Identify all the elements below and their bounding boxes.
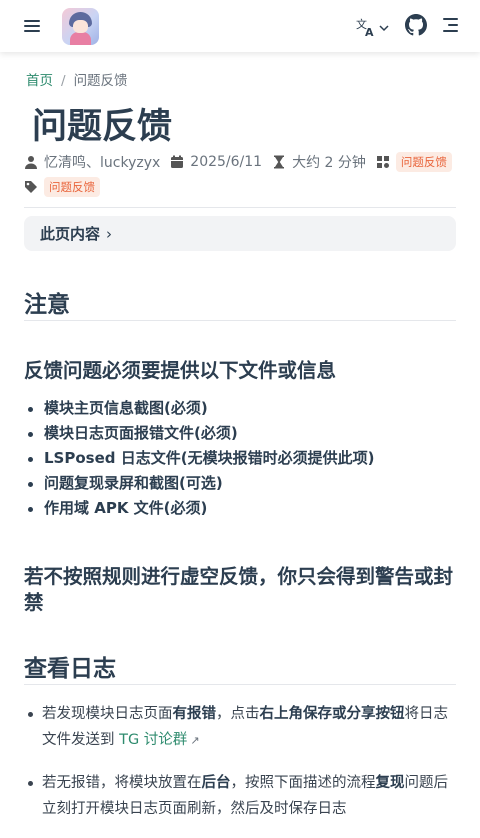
required-info-heading: 反馈问题必须要提供以下文件或信息 bbox=[24, 359, 337, 382]
list-item: 若发现模块日志页面有报错，点击右上角保存或分享按钮将日志文件发送到 TG 讨论群… bbox=[24, 701, 460, 754]
tag-icon bbox=[25, 181, 37, 193]
notice-heading: 注意 bbox=[24, 292, 70, 318]
category-tag[interactable]: 问题反馈 bbox=[395, 152, 452, 172]
top-navbar: 文 A bbox=[0, 0, 480, 52]
list-item: 模块日志页面报错文件(必须) bbox=[24, 421, 456, 446]
list-item: 问题复现录屏和截图(可选) bbox=[24, 471, 456, 496]
breadcrumb: 首页 / 问题反馈 bbox=[26, 69, 128, 89]
breadcrumb-separator: / bbox=[61, 73, 66, 89]
calendar-icon bbox=[171, 155, 184, 168]
person-icon bbox=[25, 156, 37, 169]
log-instructions-list: 若发现模块日志页面有报错，点击右上角保存或分享按钮将日志文件发送到 TG 讨论群… bbox=[24, 701, 460, 822]
page-meta: 忆清鸣、luckyzyx 2025/6/11 大约 2 分钟 问题反馈 bbox=[24, 151, 462, 173]
category-icon bbox=[376, 156, 389, 168]
tag-badge[interactable]: 问题反馈 bbox=[44, 177, 100, 197]
page-tags: 问题反馈 bbox=[24, 176, 110, 198]
breadcrumb-current: 问题反馈 bbox=[73, 73, 128, 89]
list-item: 模块主页信息截图(必须) bbox=[24, 396, 456, 421]
external-link-icon: ↗ bbox=[190, 734, 200, 747]
outline-icon[interactable] bbox=[442, 16, 460, 34]
meta-reading-time: 大约 2 分钟 bbox=[272, 152, 366, 172]
list-item: 若无报错，将模块放置在后台，按照下面描述的流程复现问题后立刻打开模块日志页面刷新… bbox=[24, 770, 460, 822]
tg-group-link[interactable]: TG 讨论群 bbox=[119, 732, 187, 748]
site-logo[interactable] bbox=[62, 8, 99, 45]
page-title: 问题反馈 bbox=[32, 107, 173, 147]
page-toc-toggle[interactable]: 此页内容 › bbox=[24, 216, 456, 251]
meta-category: 问题反馈 bbox=[376, 152, 452, 172]
notice-divider bbox=[24, 320, 456, 321]
meta-tag: 问题反馈 bbox=[24, 177, 100, 197]
menu-icon[interactable] bbox=[22, 16, 42, 36]
meta-author: 忆清鸣、luckyzyx bbox=[24, 152, 160, 172]
svg-text:A: A bbox=[365, 26, 374, 37]
view-logs-heading: 查看日志 bbox=[24, 656, 116, 682]
meta-author-text: 忆清鸣、luckyzyx bbox=[44, 155, 161, 171]
list-item: 作用域 APK 文件(必须) bbox=[24, 496, 456, 521]
meta-date: 2025/6/11 bbox=[170, 154, 262, 170]
meta-reading-time-text: 大约 2 分钟 bbox=[292, 155, 366, 171]
warning-heading: 若不按照规则进行虚空反馈，你只会得到警告或封禁 bbox=[24, 565, 454, 614]
chevron-down-icon bbox=[379, 25, 389, 32]
translate-icon: 文 A bbox=[356, 17, 374, 37]
required-info-list: 模块主页信息截图(必须) 模块日志页面报错文件(必须) LSPosed 日志文件… bbox=[24, 396, 456, 521]
list-item: LSPosed 日志文件(无模块报错时必须提供此项) bbox=[24, 446, 456, 471]
meta-date-text: 2025/6/11 bbox=[190, 154, 263, 170]
github-icon[interactable] bbox=[405, 14, 427, 36]
chevron-right-icon: › bbox=[106, 224, 113, 243]
toc-label: 此页内容 bbox=[40, 225, 101, 243]
meta-divider bbox=[24, 207, 456, 208]
breadcrumb-home-link[interactable]: 首页 bbox=[26, 73, 53, 89]
language-switcher[interactable]: 文 A bbox=[356, 16, 392, 38]
view-logs-divider bbox=[24, 684, 456, 685]
hourglass-icon bbox=[274, 155, 285, 169]
